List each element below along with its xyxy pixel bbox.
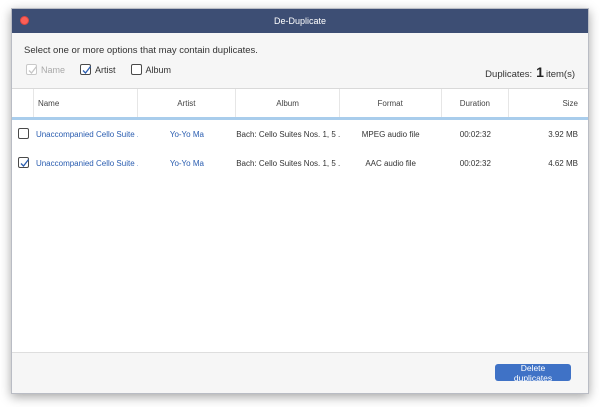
duplicates-table: Name Artist Album Format Duration Size U… [12,88,588,353]
dedup-window: De-Duplicate Select one or more options … [11,8,589,394]
duplicates-unit: item(s) [545,69,575,80]
titlebar: De-Duplicate [12,9,588,33]
header-format[interactable]: Format [340,89,442,117]
delete-duplicates-button[interactable]: Delete duplicates [495,363,571,383]
cell-format: MPEG audio file [361,130,420,139]
cell-artist: Yo-Yo Ma [169,159,204,168]
row-checkbox[interactable] [18,157,30,168]
row-checkbox[interactable] [18,128,29,139]
cell-album: Bach: Cello Suites Nos. 1, 5 ... [236,159,340,168]
table-header: Name Artist Album Format Duration Size [12,89,588,120]
instruction-text: Select one or more options that may cont… [24,45,258,56]
duplicates-count: Duplicates: 1 item(s) [485,64,575,80]
cell-name: Unaccompanied Cello Suite ... [35,159,138,168]
duplicates-label: Duplicates: [485,69,533,80]
header-size[interactable]: Size [509,89,588,117]
table-row[interactable]: Unaccompanied Cello Suite ... Yo-Yo Ma B… [12,149,588,178]
header-name[interactable]: Name [34,89,138,117]
footer-bar: Delete duplicates [12,352,588,393]
cell-checkbox [12,157,34,170]
duplicates-number: 1 [536,64,544,80]
cell-size: 3.92 MB [548,130,578,139]
header-duration[interactable]: Duration [442,89,510,117]
cell-artist: Yo-Yo Ma [169,130,204,139]
header-artist[interactable]: Artist [138,89,237,117]
album-option-label: Album [145,64,172,75]
cell-name: Unaccompanied Cello Suite ... [35,130,138,139]
check-icon [82,66,92,74]
option-name: Name [26,64,65,75]
artist-checkbox[interactable] [80,64,92,75]
option-artist[interactable]: Artist [80,64,116,75]
cell-size: 4.62 MB [548,159,578,168]
check-icon [20,159,30,167]
cell-duration: 00:02:32 [459,130,491,139]
artist-option-label: Artist [95,64,116,75]
name-option-label: Name [41,64,66,75]
table-row[interactable]: Unaccompanied Cello Suite ... Yo-Yo Ma B… [12,120,588,149]
window-title: De-Duplicate [273,16,327,26]
header-album[interactable]: Album [236,89,340,117]
duplicate-options: Name Artist Album [26,64,186,75]
cell-checkbox [12,128,34,141]
cell-duration: 00:02:32 [459,159,491,168]
header-checkbox-column [12,89,34,117]
cell-album: Bach: Cello Suites Nos. 1, 5 ... [236,130,340,139]
cell-format: AAC audio file [365,159,417,168]
option-album[interactable]: Album [130,64,172,75]
album-checkbox[interactable] [130,64,142,75]
name-checkbox [26,64,38,75]
check-icon [28,66,38,74]
close-window-button[interactable] [20,16,29,25]
